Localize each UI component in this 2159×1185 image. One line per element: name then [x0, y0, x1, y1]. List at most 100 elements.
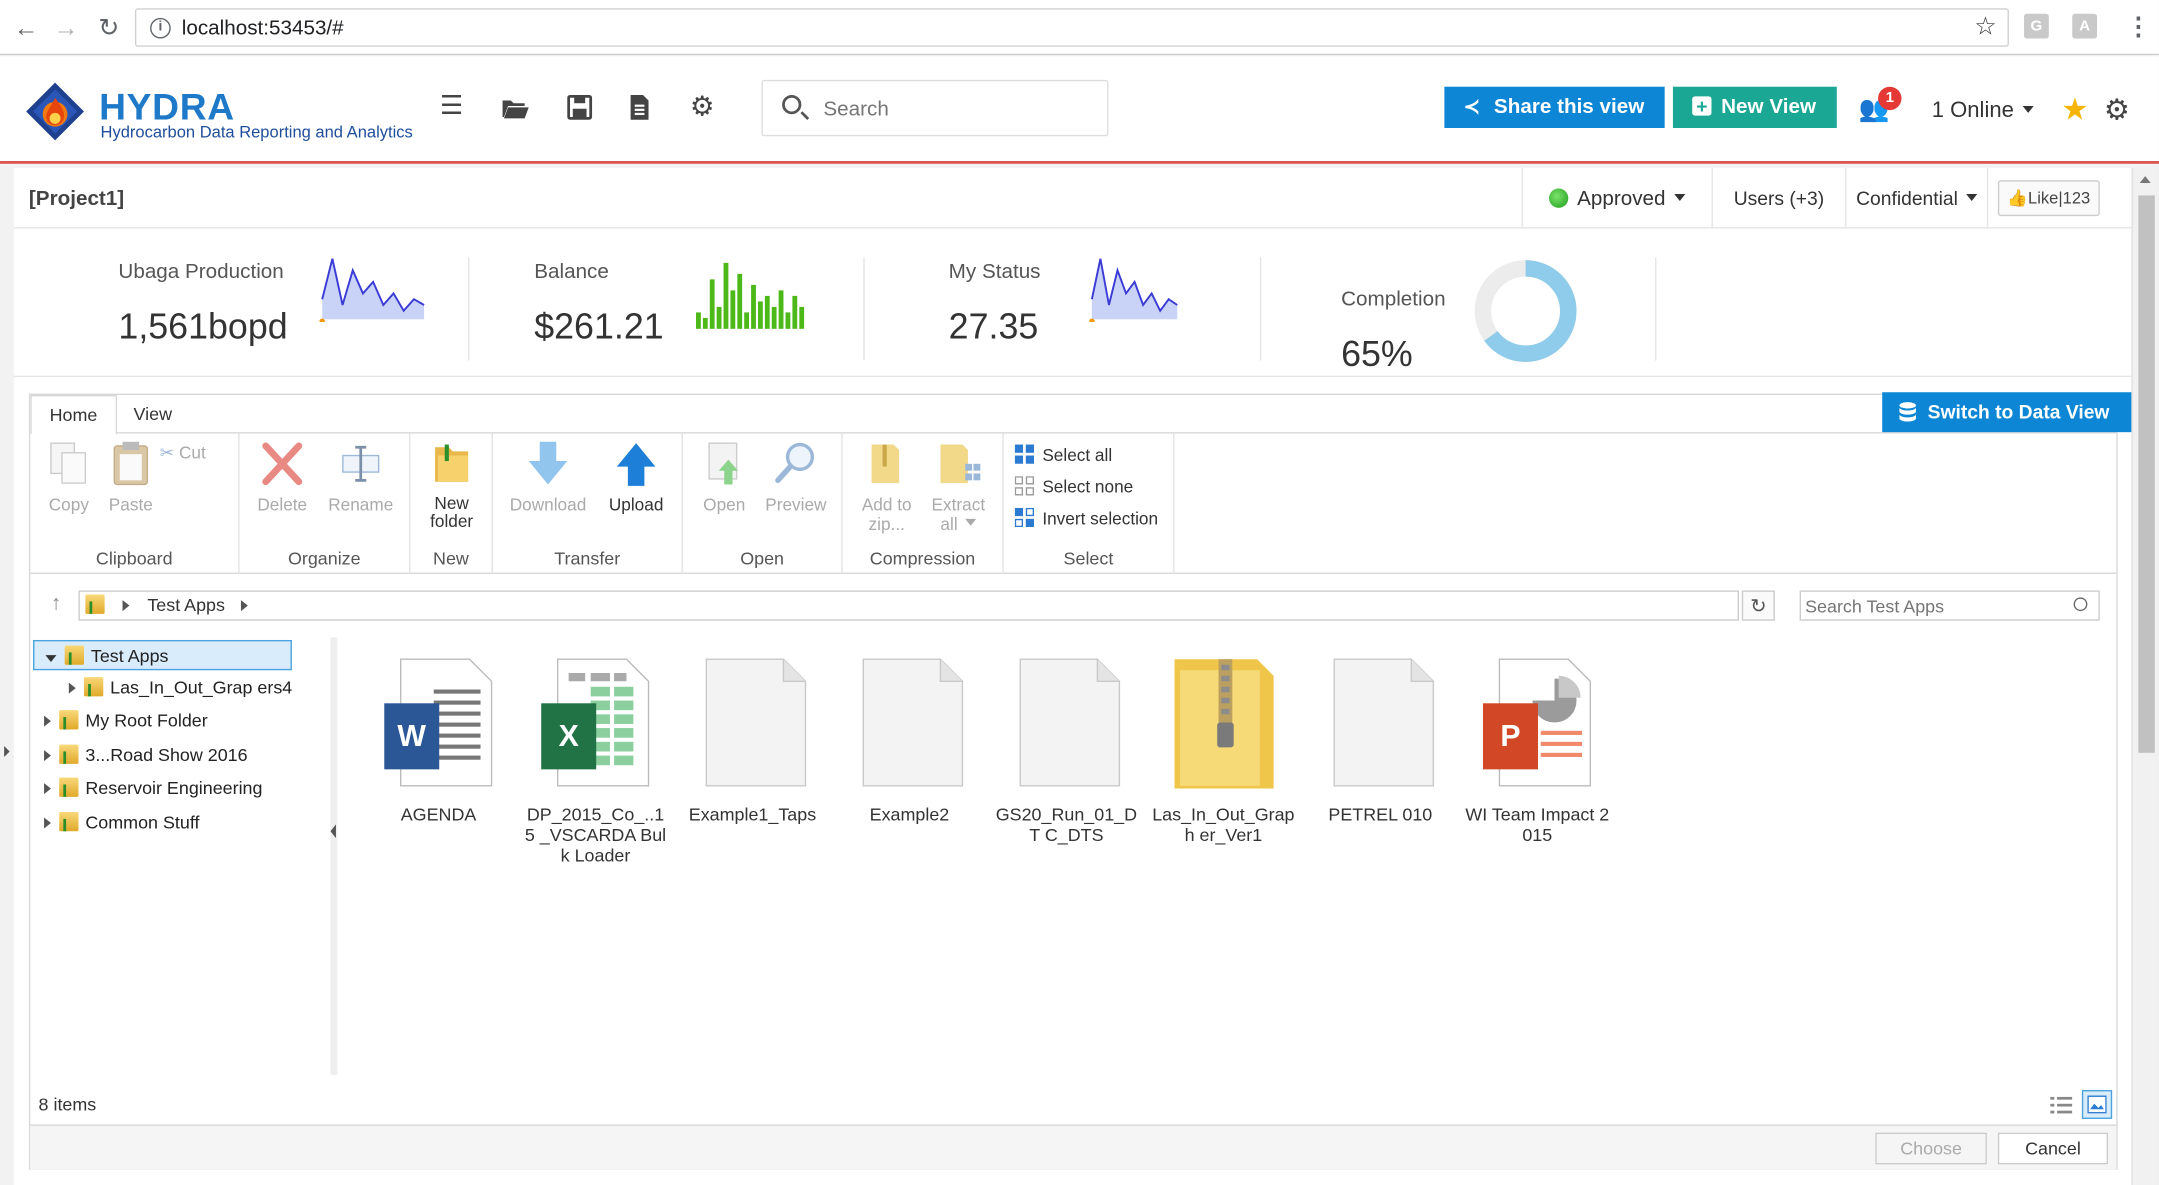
- app-header: HYDRA Hydrocarbon Data Reporting and Ana…: [0, 56, 2159, 164]
- info-icon[interactable]: i: [150, 17, 171, 39]
- paste-button[interactable]: Paste: [95, 439, 167, 515]
- details-view-icon[interactable]: [2050, 1096, 2073, 1115]
- file-item[interactable]: W AGENDA: [366, 656, 511, 824]
- sparkline-status: [1089, 258, 1178, 323]
- thumbnails-view-button[interactable]: [2081, 1090, 2113, 1119]
- ribbon-group-select: Select all Select none Invert selection …: [1004, 433, 1175, 574]
- open-button[interactable]: Open: [688, 439, 760, 515]
- sparkline-area: [322, 258, 425, 320]
- browser-menu-icon[interactable]: ⋮: [2126, 12, 2151, 41]
- file-item[interactable]: GS20_Run_01_DT C_DTS: [994, 656, 1139, 845]
- settings-gears-icon[interactable]: ⚙: [687, 92, 717, 122]
- file-item[interactable]: PETREL 010: [1308, 656, 1453, 824]
- search-input[interactable]: [823, 94, 1085, 123]
- copy-icon: [50, 442, 87, 484]
- thumbnails-view-icon: [2087, 1095, 2107, 1114]
- balance-bar: [716, 306, 722, 329]
- select-all-button[interactable]: Select all: [1014, 444, 1112, 465]
- main-content: [Project1] Approved Users (+3) Confident…: [13, 167, 2132, 1185]
- copy-button[interactable]: Copy: [33, 439, 105, 515]
- chevron-right-icon[interactable]: [44, 750, 51, 762]
- balance-bar: [744, 312, 750, 329]
- hamburger-menu-icon[interactable]: ☰: [436, 92, 466, 122]
- file-item[interactable]: Example2: [837, 656, 982, 824]
- brand-subtitle: Hydrocarbon Data Reporting and Analytics: [100, 122, 413, 142]
- add-to-zip-button[interactable]: Add to zip...: [851, 439, 923, 534]
- tree-item-road-show[interactable]: 3...Road Show 2016: [44, 740, 248, 770]
- tree-item-test-apps[interactable]: Test Apps: [33, 639, 292, 671]
- cut-button[interactable]: ✂ Cut: [160, 442, 229, 462]
- search-icon[interactable]: [2073, 597, 2088, 612]
- extension-pdf-icon[interactable]: A: [2072, 13, 2098, 39]
- upload-button[interactable]: Upload: [600, 439, 672, 515]
- collapse-arrow-icon[interactable]: [330, 824, 336, 839]
- breadcrumb[interactable]: Test Apps: [78, 590, 1740, 621]
- confidentiality-dropdown[interactable]: Confidential: [1845, 167, 1987, 229]
- tab-view[interactable]: View: [116, 395, 190, 434]
- cancel-button[interactable]: Cancel: [1997, 1132, 2109, 1165]
- users-count[interactable]: Users (+3): [1711, 167, 1845, 229]
- pane-splitter[interactable]: [330, 637, 338, 1075]
- file-item[interactable]: Las_In_Out_Graph er_Ver1: [1151, 656, 1296, 845]
- tree-item-reservoir-engineering[interactable]: Reservoir Engineering: [44, 773, 262, 803]
- choose-button[interactable]: Choose: [1875, 1132, 1987, 1165]
- bar-sparkline-balance: [696, 262, 805, 329]
- invert-selection-button[interactable]: Invert selection: [1014, 507, 1158, 528]
- tab-home[interactable]: Home: [30, 394, 117, 435]
- download-button[interactable]: Download: [509, 439, 586, 515]
- extract-all-button[interactable]: Extract all: [923, 439, 995, 534]
- file-item[interactable]: P WI Team Impact 2015: [1465, 656, 1610, 845]
- save-icon[interactable]: [565, 92, 595, 122]
- expand-arrow-icon[interactable]: [4, 745, 10, 757]
- file-item[interactable]: X DP_2015_Co_..15 _VSCARDA Bulk Loader: [523, 656, 668, 866]
- like-button[interactable]: 👍Like|123: [1997, 180, 2100, 217]
- bookmark-star-icon[interactable]: ☆: [1974, 12, 1996, 41]
- forward-arrow-icon[interactable]: →: [51, 12, 81, 42]
- magnifier-preview-icon: [775, 442, 815, 484]
- chevron-right-icon[interactable]: [68, 682, 76, 694]
- select-none-button[interactable]: Select none: [1014, 476, 1133, 497]
- header-search[interactable]: [761, 79, 1109, 137]
- breadcrumb-item[interactable]: Test Apps: [147, 595, 225, 616]
- tree-item-my-root-folder[interactable]: My Root Folder: [44, 706, 208, 736]
- scroll-up-icon[interactable]: [2139, 176, 2151, 184]
- scrollbar-thumb[interactable]: [2138, 195, 2155, 753]
- tree-item-las-in-out[interactable]: Las_In_Out_Grap ers4: [68, 673, 292, 703]
- group-label: Compression: [869, 547, 976, 569]
- share-view-button[interactable]: ≺ Share this view: [1444, 86, 1665, 128]
- group-label: New: [433, 547, 469, 569]
- reload-icon[interactable]: ↻: [94, 12, 124, 42]
- status-dropdown[interactable]: Approved: [1521, 167, 1711, 229]
- document-icon[interactable]: [624, 92, 654, 122]
- gear-icon[interactable]: ⚙: [2104, 94, 2130, 128]
- back-arrow-icon[interactable]: ←: [11, 12, 41, 42]
- rename-button[interactable]: Rename: [325, 439, 397, 515]
- new-view-button[interactable]: + New View: [1672, 86, 1837, 128]
- ribbon-group-clipboard: Copy Paste ✂ Cut Clipboard: [30, 433, 240, 574]
- folder-search-input[interactable]: [1805, 594, 2067, 617]
- file-item[interactable]: Example1_Taps: [680, 656, 825, 824]
- open-folder-icon[interactable]: [500, 92, 530, 122]
- svg-text:W: W: [397, 720, 426, 753]
- chevron-down-icon[interactable]: [45, 655, 57, 663]
- address-bar[interactable]: i localhost:53453/# ☆: [134, 8, 2009, 47]
- chevron-right-icon[interactable]: [44, 817, 51, 829]
- page-scrollbar[interactable]: [2131, 167, 2159, 1185]
- folder-search[interactable]: [1799, 590, 2100, 621]
- select-none-icon: [1014, 476, 1035, 496]
- chevron-right-icon: [240, 600, 248, 612]
- tree-item-common-stuff[interactable]: Common Stuff: [44, 808, 199, 838]
- refresh-icon[interactable]: ↻: [1741, 590, 1775, 621]
- chevron-right-icon[interactable]: [44, 715, 51, 727]
- up-arrow-icon[interactable]: ↑: [51, 592, 61, 615]
- switch-to-data-view-button[interactable]: Switch to Data View: [1882, 392, 2132, 433]
- hydra-logo-icon: [26, 82, 84, 141]
- preview-button[interactable]: Preview: [760, 439, 832, 515]
- delete-button[interactable]: Delete: [246, 439, 318, 515]
- favorite-star-icon[interactable]: ★: [2061, 92, 2088, 128]
- online-dropdown[interactable]: 1 Online: [1932, 99, 2034, 124]
- folder-icon: [59, 710, 79, 730]
- new-folder-button[interactable]: New folder: [416, 439, 488, 531]
- chevron-right-icon[interactable]: [44, 783, 51, 795]
- extension-g-icon[interactable]: G: [2024, 13, 2049, 39]
